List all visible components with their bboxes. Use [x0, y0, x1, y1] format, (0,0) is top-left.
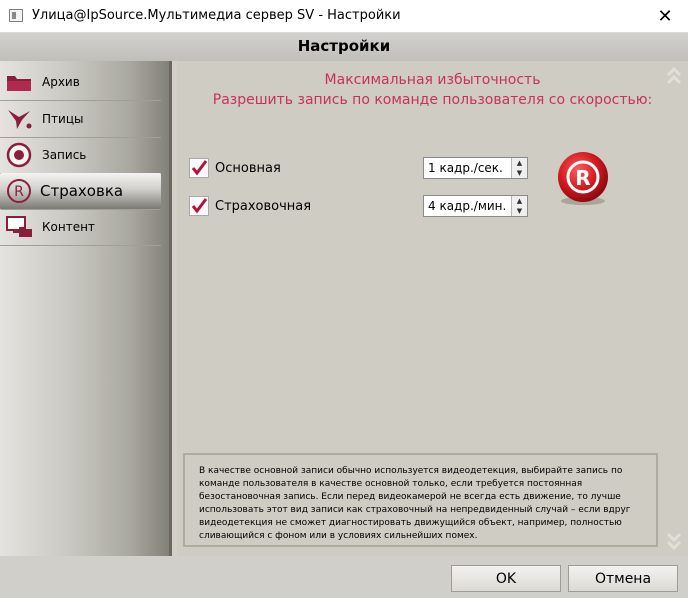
cancel-button[interactable]: Отмена	[568, 565, 678, 592]
checkmark-icon	[191, 198, 207, 214]
spinner-arrows[interactable]: ▲ ▼	[511, 196, 527, 216]
backup-record-row: Страховочная	[189, 194, 311, 218]
main-record-checkbox[interactable]	[189, 158, 209, 178]
info-box: В качестве основной записи обычно исполь…	[183, 453, 658, 547]
sidebar-item-record[interactable]: Запись	[0, 137, 161, 174]
folder-icon	[4, 67, 34, 97]
backup-record-checkbox[interactable]	[189, 196, 209, 216]
registered-icon: R	[4, 176, 34, 206]
close-button[interactable]: ✕	[642, 0, 688, 32]
sidebar-item-label: Запись	[42, 148, 87, 162]
backup-record-label: Страховочная	[215, 198, 312, 214]
section-heading: Максимальная избыточность	[324, 72, 541, 88]
scroll-down-icon[interactable]	[666, 532, 682, 551]
sidebar-item-insurance[interactable]: R Страховка	[0, 173, 161, 210]
birds-icon	[4, 104, 34, 134]
main-rate-spinner[interactable]: 1 кадр./сек. ▲ ▼	[423, 157, 528, 179]
spin-down-icon[interactable]: ▼	[512, 206, 527, 216]
window-title: Улица@IpSource.Мультимедиа сервер SV - Н…	[32, 8, 401, 23]
badge-letter: R	[575, 166, 590, 190]
ok-button[interactable]: OK	[451, 565, 561, 592]
registered-badge-icon: R	[555, 151, 611, 207]
sidebar-item-label: Страховка	[40, 182, 124, 200]
page-title: Настройки	[297, 37, 391, 55]
backup-rate-value: 4 кадр./мин.	[428, 199, 507, 213]
sidebar-item-birds[interactable]: Птицы	[0, 101, 161, 138]
settings-header: Настройки	[0, 33, 688, 61]
section-subheading: Разрешить запись по команде пользователя…	[212, 92, 653, 108]
main-rate-value: 1 кадр./сек.	[428, 161, 503, 175]
sidebar: Архив Птицы Запись R Страховка Контент	[0, 61, 172, 556]
sidebar-item-archive[interactable]: Архив	[0, 64, 161, 101]
info-text: В качестве основной записи обычно исполь…	[199, 466, 631, 541]
title-bar: Улица@IpSource.Мультимедиа сервер SV - Н…	[0, 0, 688, 33]
spinner-arrows[interactable]: ▲ ▼	[511, 158, 527, 178]
spin-down-icon[interactable]: ▼	[512, 168, 527, 178]
sidebar-item-label: Контент	[42, 220, 95, 234]
sidebar-item-content[interactable]: Контент	[0, 209, 161, 246]
settings-panel: Максимальная избыточность Разрешить запи…	[177, 61, 688, 556]
spin-up-icon[interactable]: ▲	[512, 196, 527, 206]
record-icon	[4, 140, 34, 170]
main-record-label: Основная	[215, 160, 281, 176]
main-record-row: Основная	[189, 156, 281, 180]
dialog-footer: OK Отмена	[0, 556, 688, 598]
svg-text:R: R	[14, 184, 24, 200]
backup-rate-spinner[interactable]: 4 кадр./мин. ▲ ▼	[423, 195, 528, 217]
spin-up-icon[interactable]: ▲	[512, 158, 527, 168]
sidebar-item-label: Птицы	[42, 112, 84, 126]
app-icon	[9, 9, 23, 22]
checkmark-icon	[191, 160, 207, 176]
content-icon	[4, 212, 34, 242]
sidebar-item-label: Архив	[42, 75, 80, 89]
